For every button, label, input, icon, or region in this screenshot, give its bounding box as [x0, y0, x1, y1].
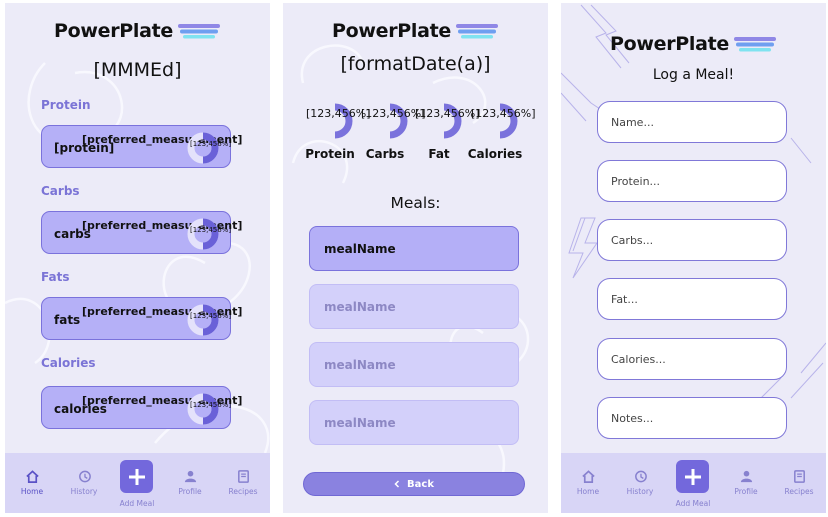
tab-history-label: History: [626, 487, 654, 496]
plate-logo-icon: [456, 24, 499, 39]
meal-list-item[interactable]: mealName: [309, 342, 519, 387]
tab-home-label: Home: [20, 487, 44, 496]
stat-calories: [123,456%] Calories: [465, 103, 536, 173]
tab-recipes-label: Recipes: [228, 487, 258, 496]
log-meal-screen: PowerPlate Log a Meal! Home History Add …: [561, 3, 826, 513]
tab-profile-label: Profile: [178, 487, 202, 496]
tab-home[interactable]: Home: [5, 453, 59, 513]
progress-percent: [123,456%]: [190, 140, 232, 148]
tab-home-label: Home: [576, 487, 600, 496]
tab-recipes-label: Recipes: [784, 487, 814, 496]
tab-home[interactable]: Home: [561, 453, 615, 513]
progress-ring: [187, 132, 219, 164]
fat-field[interactable]: [597, 278, 787, 320]
app-name: PowerPlate: [331, 20, 452, 42]
meal-name: mealName: [324, 242, 396, 256]
progress-percent: [123,456%]: [190, 226, 232, 234]
meal-name: mealName: [324, 358, 396, 372]
home-icon: [25, 470, 39, 483]
tab-recipes[interactable]: Recipes: [772, 453, 826, 513]
app-logo: PowerPlate: [283, 15, 548, 47]
stat-label: Calories: [467, 147, 523, 161]
app-logo: PowerPlate: [561, 28, 826, 60]
macro-card-protein[interactable]: [protein] [preferred_measurement] [123,4…: [41, 125, 242, 168]
stat-protein: [123,456%] Protein: [300, 103, 371, 173]
progress-percent: [123,456%]: [190, 401, 232, 409]
tab-bar: Home History Add Meal Profile Recipes: [5, 453, 270, 513]
progress-ring: [187, 218, 219, 250]
plus-icon: [684, 468, 701, 485]
tab-recipes[interactable]: Recipes: [216, 453, 270, 513]
home-icon: [581, 470, 595, 483]
notes-field[interactable]: [597, 397, 787, 439]
app-logo: PowerPlate: [5, 15, 270, 47]
add-meal-label: Add Meal: [675, 499, 711, 508]
recipes-icon: [793, 470, 805, 483]
section-label-protein: Protein: [41, 98, 91, 112]
macro-card-fats[interactable]: fats [preferred_measurement] [123,456%]: [41, 297, 242, 340]
date-title: [formatDate(a)]: [340, 53, 491, 75]
home-screen: PowerPlate [MMMEd] Protein [protein] [pr…: [5, 3, 270, 513]
tab-history-label: History: [70, 487, 98, 496]
tab-profile[interactable]: Profile: [719, 453, 773, 513]
section-label-carbs: Carbs: [41, 184, 80, 198]
stat-carbs: [123,456%] Carbs: [355, 103, 426, 173]
carbs-field[interactable]: [597, 219, 787, 261]
stat-fat: [123,456%] Fat: [409, 103, 480, 173]
meal-list-item[interactable]: mealName: [309, 400, 519, 445]
section-label-fats: Fats: [41, 270, 70, 284]
stat-value: [123,456%]: [361, 107, 426, 120]
app-name: PowerPlate: [53, 20, 174, 42]
profile-icon: [184, 470, 196, 483]
meal-name: mealName: [324, 416, 396, 430]
plate-logo-icon: [178, 24, 221, 39]
back-label: Back: [407, 478, 434, 490]
stat-value: [123,456%]: [471, 107, 536, 120]
add-meal-button[interactable]: [676, 460, 709, 493]
tab-profile[interactable]: Profile: [163, 453, 217, 513]
stat-value: [123,456%]: [306, 107, 371, 120]
progress-ring: [187, 393, 219, 425]
meals-heading: Meals:: [390, 194, 441, 212]
tab-history[interactable]: History: [57, 453, 111, 513]
stat-label: Fat: [428, 147, 450, 161]
date-title: [MMMEd]: [93, 59, 182, 81]
add-meal-button[interactable]: [120, 460, 153, 493]
calories-field[interactable]: [597, 338, 787, 380]
tab-profile-label: Profile: [734, 487, 758, 496]
profile-icon: [740, 470, 752, 483]
macro-name: fats: [54, 313, 81, 327]
history-icon: [634, 470, 647, 483]
macro-card-carbs[interactable]: carbs [preferred_measurement] [123,456%]: [41, 211, 242, 254]
add-meal-label: Add Meal: [119, 499, 155, 508]
protein-field[interactable]: [597, 160, 787, 202]
history-screen: PowerPlate [formatDate(a)] [123,456%] Pr…: [283, 3, 548, 513]
plus-icon: [128, 468, 145, 485]
meal-list-item[interactable]: mealName: [309, 226, 519, 271]
section-label-calories: Calories: [41, 356, 96, 370]
stat-label: Protein: [305, 147, 355, 161]
tab-history[interactable]: History: [613, 453, 667, 513]
meal-name: mealName: [324, 300, 396, 314]
app-name: PowerPlate: [609, 33, 730, 55]
history-icon: [78, 470, 91, 483]
macro-card-calories[interactable]: calories [preferred_measurement] [123,45…: [41, 386, 242, 429]
meal-name-field[interactable]: [597, 101, 787, 143]
tab-bar: Home History Add Meal Profile Recipes: [561, 453, 826, 513]
back-button[interactable]: Back: [303, 472, 525, 496]
recipes-icon: [237, 470, 249, 483]
meal-list-item[interactable]: mealName: [309, 284, 519, 329]
stat-value: [123,456%]: [415, 107, 480, 120]
plate-logo-icon: [734, 37, 777, 52]
log-meal-title: Log a Meal!: [652, 67, 735, 83]
progress-ring: [187, 304, 219, 336]
progress-percent: [123,456%]: [190, 312, 232, 320]
stat-label: Carbs: [365, 147, 405, 161]
chevron-left-icon: [394, 480, 400, 488]
